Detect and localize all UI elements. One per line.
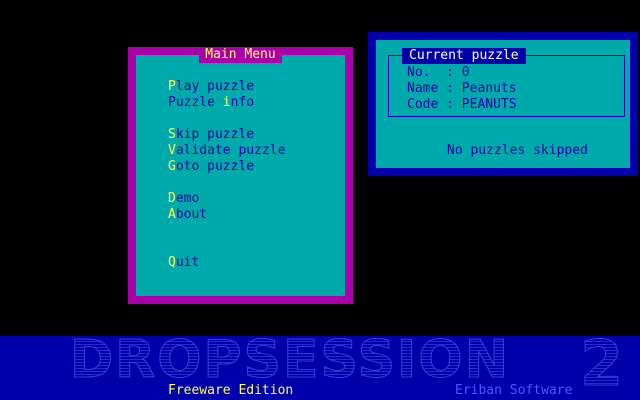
- menu-item-label: uit: [175, 255, 200, 270]
- menu-item-demo[interactable]: Demo: [168, 191, 199, 207]
- menu-hotkey: D: [168, 191, 176, 206]
- menu-item-label: emo: [175, 191, 200, 206]
- puzzle-number: No. : 0: [407, 65, 470, 80]
- menu-hotkey: V: [168, 143, 176, 158]
- vendor-label: Eriban Software: [455, 383, 573, 398]
- dropsession-logo: DROPSESSION: [69, 336, 511, 390]
- menu-item-about[interactable]: About: [168, 207, 207, 223]
- menu-item-play-puzzle[interactable]: Play puzzle: [168, 79, 254, 95]
- current-puzzle-title: Current puzzle: [402, 48, 526, 64]
- menu-item-skip-puzzle[interactable]: Skip puzzle: [168, 127, 254, 143]
- menu-hotkey: S: [168, 127, 176, 142]
- current-puzzle-window: Current puzzle No. : 0 Name : Peanuts Co…: [368, 32, 638, 176]
- menu-hotkey: A: [168, 207, 176, 222]
- menu-item-label: oto puzzle: [175, 159, 255, 174]
- menu-item-label: alidate puzzle: [175, 143, 286, 158]
- menu-item-goto-puzzle[interactable]: Goto puzzle: [168, 159, 254, 175]
- menu-hotkey: P: [168, 79, 176, 94]
- skipped-status: No puzzles skipped: [447, 143, 588, 158]
- menu-hotkey: Q: [168, 255, 176, 270]
- menu-item-label: nfo: [230, 95, 255, 110]
- version-logo: 2: [579, 336, 623, 396]
- menu-item-quit[interactable]: Quit: [168, 255, 199, 271]
- menu-hotkey: i: [222, 95, 231, 110]
- puzzle-code: Code : PEANUTS: [407, 97, 517, 112]
- menu-item-label: lay puzzle: [175, 79, 255, 94]
- menu-item-label: kip puzzle: [175, 127, 255, 142]
- menu-hotkey: G: [168, 159, 176, 174]
- bottom-banner: DROPSESSION 2 Freeware Edition Eriban So…: [0, 336, 640, 400]
- main-menu-title: Main Menu: [199, 47, 282, 63]
- menu-item-validate-puzzle[interactable]: Validate puzzle: [168, 143, 285, 159]
- menu-item-label: bout: [175, 207, 208, 222]
- menu-item-puzzle-info[interactable]: Puzzle info: [168, 95, 254, 111]
- puzzle-name: Name : Peanuts: [407, 81, 517, 96]
- menu-item-label-prefix: Puzzle: [168, 95, 223, 110]
- edition-label: Freeware Edition: [168, 383, 294, 398]
- main-menu-title-bar: Main Menu: [128, 47, 353, 63]
